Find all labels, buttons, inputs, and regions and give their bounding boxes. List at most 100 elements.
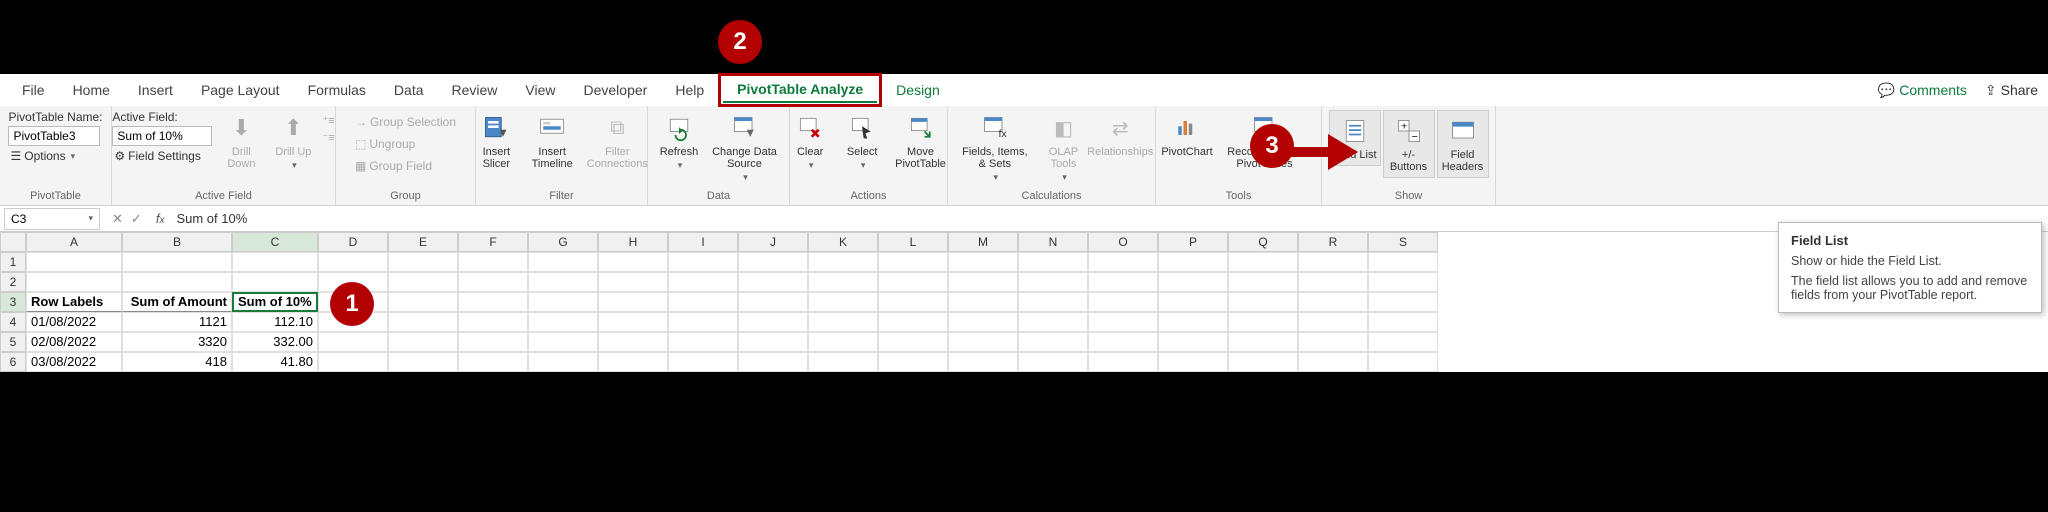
cell[interactable]: [318, 252, 388, 272]
cell[interactable]: [1368, 312, 1438, 332]
cell[interactable]: [1298, 312, 1368, 332]
column-header-C[interactable]: C: [232, 232, 318, 252]
collapse-field-icon[interactable]: ⁻≡: [322, 131, 334, 144]
cell[interactable]: [738, 312, 808, 332]
insert-slicer-button[interactable]: Insert Slicer: [473, 110, 519, 172]
column-header-S[interactable]: S: [1368, 232, 1438, 252]
cell[interactable]: [232, 272, 318, 292]
olap-tools-button[interactable]: ◧ OLAP Tools▾: [1040, 110, 1088, 185]
cell[interactable]: [808, 272, 878, 292]
select-button[interactable]: Select▾: [839, 110, 885, 173]
column-header-H[interactable]: H: [598, 232, 668, 252]
cell[interactable]: [738, 252, 808, 272]
cell[interactable]: [388, 292, 458, 312]
column-header-B[interactable]: B: [122, 232, 232, 252]
tab-insert[interactable]: Insert: [124, 78, 187, 102]
cell[interactable]: [26, 272, 122, 292]
cell[interactable]: [1158, 252, 1228, 272]
fields-items-sets-button[interactable]: fx Fields, Items, & Sets▾: [956, 110, 1034, 185]
cell[interactable]: Sum of 10%: [232, 292, 318, 312]
cell[interactable]: [388, 252, 458, 272]
cell[interactable]: [1368, 292, 1438, 312]
cell[interactable]: [878, 252, 948, 272]
cell[interactable]: Row Labels▼: [26, 292, 122, 312]
active-field-input[interactable]: [112, 126, 212, 146]
cell[interactable]: [528, 312, 598, 332]
row-header[interactable]: 6: [0, 352, 26, 372]
cell[interactable]: 02/08/2022: [26, 332, 122, 352]
cell[interactable]: Sum of Amount: [122, 292, 232, 312]
drill-down-button[interactable]: ⬇ Drill Down: [218, 110, 264, 172]
tab-help[interactable]: Help: [661, 78, 718, 102]
tab-home[interactable]: Home: [59, 78, 124, 102]
cell[interactable]: [232, 252, 318, 272]
row-header[interactable]: 1: [0, 252, 26, 272]
change-data-source-button[interactable]: Change Data Source▾: [708, 110, 781, 185]
cell[interactable]: [598, 292, 668, 312]
cell[interactable]: 418: [122, 352, 232, 372]
select-all-corner[interactable]: [0, 232, 26, 252]
cell[interactable]: [388, 352, 458, 372]
cell[interactable]: [528, 332, 598, 352]
cell[interactable]: [668, 252, 738, 272]
column-header-D[interactable]: D: [318, 232, 388, 252]
cell[interactable]: [1158, 332, 1228, 352]
cell[interactable]: [1088, 272, 1158, 292]
cell[interactable]: [1228, 332, 1298, 352]
cell[interactable]: [948, 312, 1018, 332]
cell[interactable]: [458, 272, 528, 292]
cell[interactable]: [738, 352, 808, 372]
cell[interactable]: [1298, 292, 1368, 312]
cell[interactable]: [1088, 312, 1158, 332]
tab-developer[interactable]: Developer: [570, 78, 662, 102]
column-header-I[interactable]: I: [668, 232, 738, 252]
tab-data[interactable]: Data: [380, 78, 438, 102]
column-header-R[interactable]: R: [1298, 232, 1368, 252]
cell[interactable]: [318, 352, 388, 372]
cell[interactable]: [1018, 272, 1088, 292]
tab-page-layout[interactable]: Page Layout: [187, 78, 294, 102]
cell[interactable]: 1121: [122, 312, 232, 332]
cell[interactable]: [808, 252, 878, 272]
cell[interactable]: [1298, 252, 1368, 272]
cell[interactable]: [528, 252, 598, 272]
row-header[interactable]: 4: [0, 312, 26, 332]
cell[interactable]: [1228, 272, 1298, 292]
cell[interactable]: [458, 292, 528, 312]
cell[interactable]: [948, 252, 1018, 272]
cell[interactable]: [122, 252, 232, 272]
expand-field-icon[interactable]: ⁺≡: [322, 114, 334, 127]
cell[interactable]: [668, 352, 738, 372]
tab-view[interactable]: View: [511, 78, 569, 102]
cell[interactable]: [1298, 332, 1368, 352]
column-header-O[interactable]: O: [1088, 232, 1158, 252]
cell[interactable]: [388, 312, 458, 332]
cell[interactable]: [1368, 352, 1438, 372]
cell[interactable]: [598, 352, 668, 372]
column-header-M[interactable]: M: [948, 232, 1018, 252]
cell[interactable]: [808, 292, 878, 312]
cell[interactable]: [1228, 292, 1298, 312]
column-header-P[interactable]: P: [1158, 232, 1228, 252]
cell[interactable]: [1088, 332, 1158, 352]
name-box[interactable]: C3 ▾: [4, 208, 100, 230]
cell[interactable]: [808, 332, 878, 352]
options-button[interactable]: ☰ Options ▾: [8, 148, 77, 164]
cell[interactable]: 3320: [122, 332, 232, 352]
comments-button[interactable]: 💬 Comments: [1878, 82, 1967, 99]
drill-up-button[interactable]: ⬆ Drill Up▾: [270, 110, 316, 173]
pivottable-name-input[interactable]: [8, 126, 100, 146]
cell[interactable]: [1368, 252, 1438, 272]
row-header[interactable]: 2: [0, 272, 26, 292]
cell[interactable]: 332.00: [232, 332, 318, 352]
cell[interactable]: [458, 332, 528, 352]
cell[interactable]: [598, 312, 668, 332]
cell[interactable]: [948, 352, 1018, 372]
cell[interactable]: [668, 332, 738, 352]
cell[interactable]: [1158, 272, 1228, 292]
cell[interactable]: [738, 292, 808, 312]
cell[interactable]: [808, 312, 878, 332]
cell[interactable]: [1018, 252, 1088, 272]
move-pivottable-button[interactable]: Move PivotTable: [891, 110, 950, 172]
column-header-K[interactable]: K: [808, 232, 878, 252]
